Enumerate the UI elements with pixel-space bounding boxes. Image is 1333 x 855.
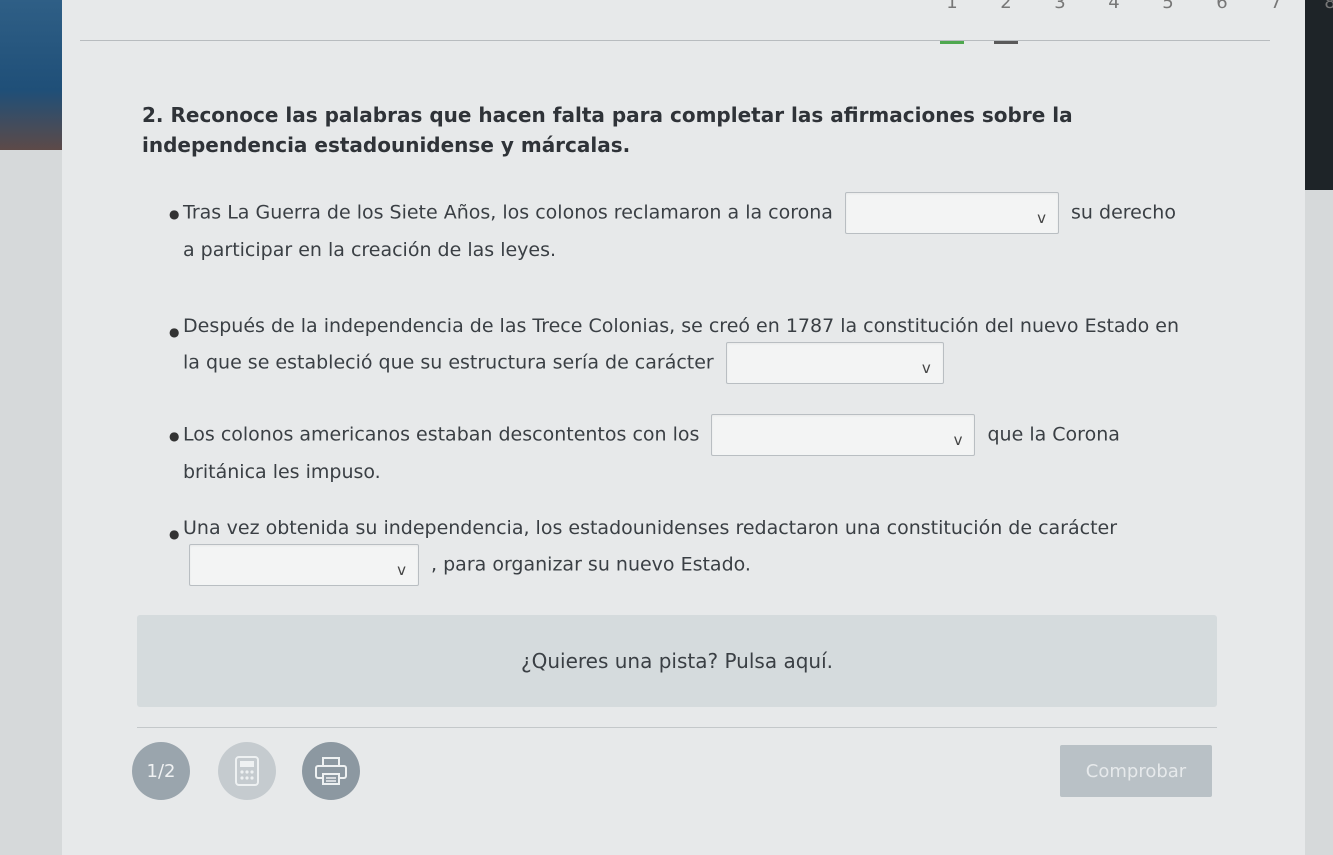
bullet-icon: ● xyxy=(169,527,180,541)
step-3[interactable]: 3 xyxy=(1048,0,1072,22)
dropdown-3[interactable]: v xyxy=(711,414,976,456)
step-6[interactable]: 6 xyxy=(1210,0,1234,22)
footer-divider xyxy=(137,727,1217,728)
chevron-down-icon: v xyxy=(397,561,406,579)
step-1[interactable]: 1 xyxy=(940,0,964,44)
calculator-button[interactable] xyxy=(218,742,276,800)
dropdown-4[interactable]: v xyxy=(189,544,419,586)
question-title: 2. Reconoce las palabras que hacen falta… xyxy=(142,103,1073,157)
bullet-icon: ● xyxy=(169,207,180,221)
hint-button[interactable]: ¿Quieres una pista? Pulsa aquí. xyxy=(137,615,1217,707)
statement-3: ● Los colonos americanos estaban descont… xyxy=(169,414,1193,488)
step-4[interactable]: 4 xyxy=(1102,0,1126,22)
background-photo-edge xyxy=(0,0,62,150)
printer-icon xyxy=(315,757,347,785)
print-button[interactable] xyxy=(302,742,360,800)
step-navigation: 1 2 3 4 5 6 7 8 xyxy=(940,0,1333,44)
statement-2-text-before: Después de la independencia de las Trece… xyxy=(183,315,1180,374)
statement-2: ● Después de la independencia de las Tre… xyxy=(169,310,1193,384)
step-8[interactable]: 8 xyxy=(1318,0,1333,22)
statement-4-text-before: Una vez obtenida su independencia, los e… xyxy=(183,517,1118,539)
statement-1: ● Tras La Guerra de los Siete Años, los … xyxy=(169,192,1193,266)
chevron-down-icon: v xyxy=(953,431,963,449)
calculator-icon xyxy=(235,756,259,786)
step-5[interactable]: 5 xyxy=(1156,0,1180,22)
check-button[interactable]: Comprobar xyxy=(1060,745,1212,797)
page-indicator-label: 1/2 xyxy=(146,760,176,782)
statement-4-text-after: , para organizar su nuevo Estado. xyxy=(431,553,751,576)
bullet-icon: ● xyxy=(169,325,180,339)
dropdown-2[interactable]: v xyxy=(725,342,944,384)
chevron-down-icon: v xyxy=(921,359,931,377)
dropdown-1[interactable]: v xyxy=(844,192,1059,234)
chevron-down-icon: v xyxy=(1037,209,1046,227)
statement-4: ● Una vez obtenida su independencia, los… xyxy=(169,512,1193,586)
step-2[interactable]: 2 xyxy=(994,0,1018,44)
page-indicator[interactable]: 1/2 xyxy=(132,742,190,800)
header-divider xyxy=(80,40,1270,41)
bullet-icon: ● xyxy=(169,429,180,443)
statement-3-text-before: Los colonos americanos estaban desconten… xyxy=(183,423,700,446)
statement-1-text-before: Tras La Guerra de los Siete Años, los co… xyxy=(183,201,833,224)
step-7[interactable]: 7 xyxy=(1264,0,1288,22)
